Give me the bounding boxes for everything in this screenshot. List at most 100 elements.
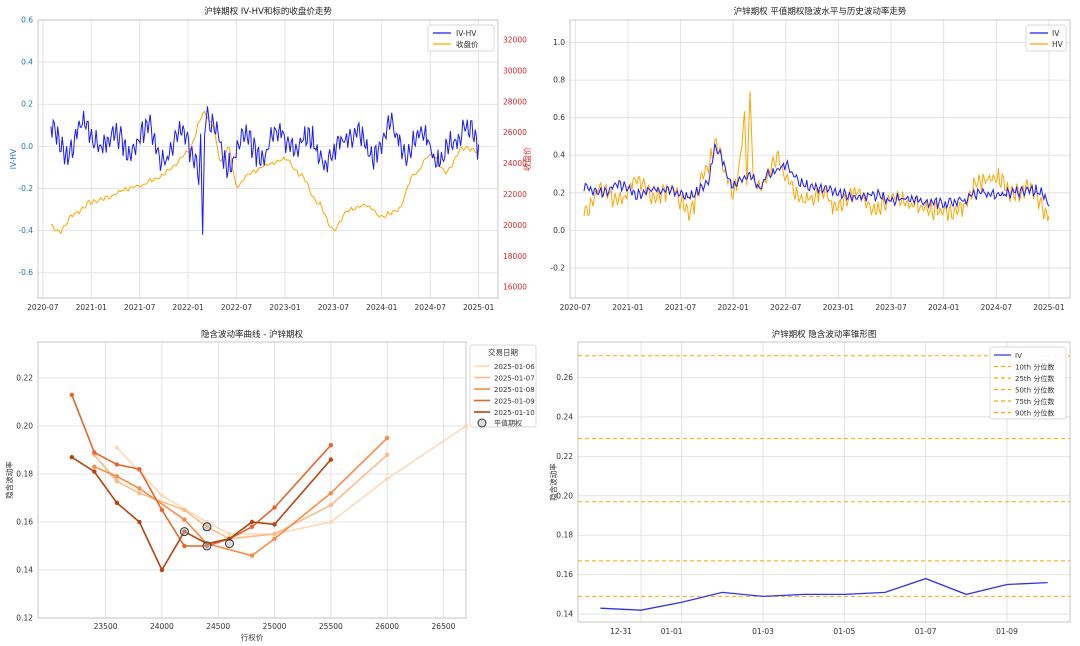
data-point <box>159 493 165 498</box>
legend-label: IV <box>1015 352 1022 360</box>
y2-tick-label: 30000 <box>503 66 527 75</box>
x-tick-label: 2023-07 <box>318 303 350 312</box>
x-tick-label: 2023-01 <box>823 303 855 312</box>
data-point <box>272 536 277 541</box>
x-tick-label: 2022-07 <box>221 303 253 312</box>
data-point <box>272 531 277 537</box>
data-point <box>328 503 334 508</box>
data-point <box>384 476 390 481</box>
x-tick-label: 2022-01 <box>717 303 749 312</box>
chart-title: 沪锌期权 平值期权隐波水平与历史波动率走势 <box>734 6 907 17</box>
atm-marker <box>202 522 212 532</box>
y-tick-label: 0.14 <box>556 610 573 619</box>
y-tick-label: 1.0 <box>553 38 565 47</box>
series-line-close <box>50 110 480 235</box>
data-point <box>182 543 187 549</box>
x-tick-label: 01-07 <box>915 627 937 636</box>
data-point <box>114 474 120 479</box>
atm-marker <box>202 541 212 551</box>
x-tick-label: 01-03 <box>752 627 774 636</box>
data-point <box>92 450 97 455</box>
data-point <box>114 445 120 450</box>
legend-label: 75th 分位数 <box>1015 397 1054 406</box>
data-point <box>272 522 277 527</box>
x-tick-label: 01-05 <box>833 627 855 636</box>
y-tick-label: 0.24 <box>556 412 573 421</box>
series-line-iv <box>600 577 1048 611</box>
series-line-2025-01-06 <box>116 425 467 535</box>
x-tick-label: 2022-01 <box>172 303 204 312</box>
y-tick-label: 0.6 <box>553 113 565 122</box>
data-point <box>159 507 165 513</box>
data-point <box>328 443 334 448</box>
chart-title: 沪锌期权 隐含波动率锥形图 <box>772 329 877 340</box>
data-point <box>328 491 334 496</box>
data-point <box>272 505 277 510</box>
legend-label: 2025-01-06 <box>494 363 535 371</box>
legend: IV-HV收盘价 <box>427 24 495 52</box>
y-axis-label: 隐含波动率 <box>4 461 14 499</box>
y2-tick-label: 18000 <box>503 252 527 261</box>
data-point <box>137 486 142 491</box>
y-tick-label: 0.4 <box>553 151 565 160</box>
legend-label: 2025-01-08 <box>494 386 535 394</box>
x-tick-label: 2022-07 <box>770 303 802 312</box>
legend-box <box>989 346 1067 420</box>
x-tick-label: 2021-01 <box>76 303 108 312</box>
x-tick-label: 2024-07 <box>415 303 447 312</box>
x-tick-label: 26500 <box>432 622 456 631</box>
legend-label: 50th 分位数 <box>1015 385 1054 394</box>
data-point <box>249 519 255 525</box>
legend-title: 交易日期 <box>488 347 518 357</box>
x-axis-label: 行权价 <box>241 632 264 642</box>
x-tick-label: 23500 <box>94 622 118 631</box>
x-tick-label: 2025-01 <box>1033 303 1065 312</box>
y2-tick-label: 22000 <box>503 190 527 199</box>
series-line-hv <box>583 91 1050 222</box>
y2-tick-label: 16000 <box>503 283 527 292</box>
x-tick-label: 2021-07 <box>665 303 697 312</box>
series-line-iv-hv <box>50 106 480 235</box>
plot-frame <box>37 19 499 299</box>
y2-tick-label: 20000 <box>503 221 527 230</box>
data-point <box>384 452 390 457</box>
legend-label: 10th 分位数 <box>1015 362 1054 371</box>
y-tick-label: 0.6 <box>21 16 33 25</box>
x-tick-label: 2020-07 <box>560 303 592 312</box>
chart-title: 隐含波动率曲线 - 沪锌期权 <box>201 329 303 340</box>
y-axis-label: 隐含波动率 <box>548 463 558 501</box>
y-tick-label: 0.14 <box>16 566 33 575</box>
legend-label: 收盘价 <box>456 39 479 49</box>
legend-label: 90th 分位数 <box>1015 408 1054 417</box>
x-tick-label: 2024-01 <box>366 303 398 312</box>
y2-tick-label: 32000 <box>503 36 527 45</box>
plot-frame <box>569 19 1071 299</box>
y-tick-label: -0.6 <box>18 268 33 277</box>
legend-label: HV <box>1052 40 1064 49</box>
y-tick-label: 0.16 <box>556 570 573 579</box>
data-point <box>114 462 120 467</box>
data-point <box>137 467 142 472</box>
y2-tick-label: 28000 <box>503 97 527 106</box>
chart-iv-hv-close: 沪锌期权 IV-HV和标的收盘价走势 -0.6 -0.4 -0.2 0.0 0.2 0.4 0… <box>9 6 532 312</box>
y-tick-label: 0.18 <box>16 470 33 479</box>
x-tick-label: 26000 <box>375 622 399 631</box>
y-tick-label: -0.2 <box>18 184 33 193</box>
legend-label: 2025-01-07 <box>494 374 535 382</box>
data-point <box>137 519 142 525</box>
chart-title: 沪锌期权 IV-HV和标的收盘价走势 <box>204 6 332 17</box>
y-tick-label: 0.2 <box>21 100 33 109</box>
x-tick-label: 24500 <box>206 622 230 631</box>
y-tick-label: 0.0 <box>553 226 565 235</box>
data-point <box>249 524 255 529</box>
data-point <box>114 500 120 505</box>
y-tick-label: 0.20 <box>556 491 573 500</box>
data-point <box>137 491 142 496</box>
x-tick-label: 01-09 <box>996 627 1018 636</box>
y-tick-label: 0.18 <box>556 531 573 540</box>
y-tick-label: 0.16 <box>16 518 33 527</box>
data-point <box>227 531 232 537</box>
data-point <box>384 435 390 441</box>
x-tick-label: 2025-01 <box>463 303 495 312</box>
plot-frame <box>37 341 467 619</box>
